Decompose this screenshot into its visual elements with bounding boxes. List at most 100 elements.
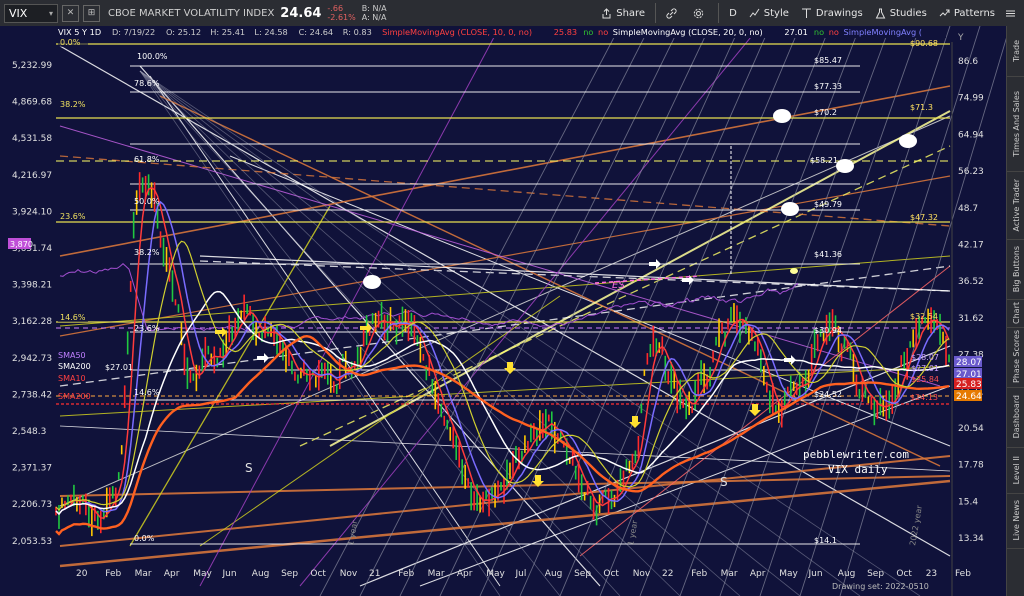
svg-text:Oct: Oct: [896, 569, 912, 579]
svg-text:36.52: 36.52: [958, 277, 984, 287]
svg-text:5,232.99: 5,232.99: [12, 61, 52, 71]
svg-text:Nov: Nov: [633, 569, 651, 579]
fib-pct-label: 50.0%: [134, 197, 160, 206]
bid-ask-block: B: N/A A: N/A: [362, 4, 387, 22]
svg-text:Apr: Apr: [164, 569, 180, 579]
svg-text:Aug: Aug: [545, 569, 563, 579]
share-button[interactable]: Share: [595, 0, 651, 26]
svg-text:31.62: 31.62: [958, 314, 984, 324]
svg-text:17.78: 17.78: [958, 461, 984, 471]
style-icon: [749, 8, 760, 17]
fib-pct-label: 14.6%: [134, 388, 160, 397]
sidebar-tab-times-and-sales[interactable]: Times And Sales: [1007, 76, 1024, 172]
header-field: SimpleMovingAvg (CLOSE, 10, 0, no): [382, 27, 532, 37]
svg-text:25.83: 25.83: [956, 380, 982, 390]
sidebar-tab-phase-scores[interactable]: Phase Scores: [1007, 327, 1024, 388]
level-label: $58.21: [810, 156, 838, 165]
svg-text:20: 20: [76, 569, 88, 579]
svg-text:$27.01: $27.01: [911, 364, 939, 373]
svg-text:Mar: Mar: [135, 569, 152, 579]
svg-text:Aug: Aug: [252, 569, 270, 579]
sidebar-tab-label: Big Buttons: [1011, 245, 1021, 293]
header-field: no: [598, 27, 608, 37]
svg-text:May: May: [779, 569, 798, 579]
symbol-dropdown-icon: ▾: [48, 8, 53, 18]
sidebar-tab-chart[interactable]: Chart: [1007, 299, 1024, 328]
svg-text:$27.01: $27.01: [105, 363, 133, 372]
svg-text:Apr: Apr: [457, 569, 473, 579]
svg-text:ES: ES: [612, 280, 625, 291]
fib-pct-label: 23.6%: [134, 324, 160, 333]
more-options-icon[interactable]: ⊞: [83, 4, 100, 22]
style-button[interactable]: Style: [743, 0, 795, 26]
svg-text:Jun: Jun: [808, 569, 823, 579]
svg-text:Aug: Aug: [838, 569, 856, 579]
svg-text:3,398.21: 3,398.21: [12, 281, 52, 291]
sidebar-tab-label: Times And Sales: [1011, 90, 1021, 157]
price-chart[interactable]: 100.0% 78.6% 61.8% 50.0% 38.2% 23.6% 14.6% 0.0%…: [0, 26, 1006, 596]
divider: [655, 3, 657, 23]
header-field: C: 24.64: [299, 27, 334, 37]
sidebar-tab-label: Dashboard: [1011, 395, 1021, 439]
svg-text:Mar: Mar: [721, 569, 738, 579]
ma-tag: SMA200: [58, 392, 91, 401]
symbol-input[interactable]: VIX ▾: [4, 3, 58, 23]
svg-text:Sep: Sep: [281, 569, 298, 579]
svg-text:$25.84: $25.84: [911, 375, 939, 384]
svg-text:May: May: [193, 569, 212, 579]
fib-pct-label: 100.0%: [137, 52, 168, 61]
fib-pct-label: 0.0%: [134, 534, 155, 543]
sidebar-tab-label: Live News: [1011, 500, 1021, 541]
svg-text:Feb: Feb: [955, 569, 971, 579]
sidebar-tab-live-news[interactable]: Live News: [1007, 493, 1024, 549]
studies-button[interactable]: Studies: [869, 0, 933, 26]
svg-text:4,531.58: 4,531.58: [12, 134, 52, 144]
svg-text:24.64: 24.64: [956, 392, 982, 402]
header-field: VIX 5 Y 1D: [58, 27, 101, 37]
sidebar-tab-active-trader[interactable]: Active Trader: [1007, 171, 1024, 240]
share-icon: [602, 7, 611, 18]
level-label: $77.33: [814, 82, 842, 91]
menu-button[interactable]: [1001, 0, 1024, 26]
fib-pct-label: 38.2%: [134, 248, 160, 257]
svg-text:23.6%: 23.6%: [60, 212, 86, 221]
svg-text:13.34: 13.34: [958, 534, 984, 544]
timeframe-button[interactable]: D: [723, 0, 743, 26]
patterns-button[interactable]: Patterns: [933, 0, 1001, 26]
header-field: L: 24.58: [254, 27, 287, 37]
svg-text:Drawing set: 2022-0510: Drawing set: 2022-0510: [832, 582, 929, 591]
chart-header: VIX 5 Y 1D D: 7/19/22 O: 25.12 H: 25.41 L: 2…: [56, 26, 946, 38]
svg-text:21: 21: [369, 569, 380, 579]
svg-text:20.54: 20.54: [958, 424, 984, 434]
svg-text:28.07: 28.07: [956, 358, 982, 368]
svg-text:Sep: Sep: [867, 569, 884, 579]
settings-button[interactable]: [687, 0, 714, 26]
svg-text:3,924.10: 3,924.10: [12, 207, 52, 217]
level-label: $14.1: [814, 536, 837, 545]
sidebar-tab-label: Level II: [1011, 455, 1021, 485]
level-label: $85.47: [814, 56, 842, 65]
change-block: -.66 -2.61%: [327, 4, 355, 22]
ask-value: A: N/A: [361, 13, 387, 22]
svg-text:Mar: Mar: [428, 569, 445, 579]
sidebar-tab-level-ii[interactable]: Level II: [1007, 447, 1024, 494]
svg-text:VIX daily: VIX daily: [828, 463, 888, 476]
svg-text:56.23: 56.23: [958, 167, 984, 177]
svg-text:48.7: 48.7: [958, 204, 978, 214]
svg-text:2,548.3: 2,548.3: [12, 427, 46, 437]
sidebar-tab-dashboard[interactable]: Dashboard: [1007, 387, 1024, 448]
svg-text:Feb: Feb: [691, 569, 707, 579]
sidebar-tab-label: Phase Scores: [1011, 330, 1021, 384]
svg-text:4,869.68: 4,869.68: [12, 98, 52, 108]
drawings-button[interactable]: Drawings: [795, 0, 869, 26]
yellow-level-label: $32.54: [910, 312, 938, 321]
svg-text:3,162.28: 3,162.28: [12, 317, 52, 327]
svg-text:Oct: Oct: [310, 569, 326, 579]
clear-symbol-icon[interactable]: ✕: [62, 4, 79, 22]
sidebar-tab-big-buttons[interactable]: Big Buttons: [1007, 239, 1024, 300]
link-button[interactable]: [660, 0, 687, 26]
sidebar-tab-trade[interactable]: Trade: [1007, 26, 1024, 77]
header-field: no: [814, 27, 824, 37]
svg-text:2,738.42: 2,738.42: [12, 390, 52, 400]
timeframe-label: D: [729, 7, 737, 19]
